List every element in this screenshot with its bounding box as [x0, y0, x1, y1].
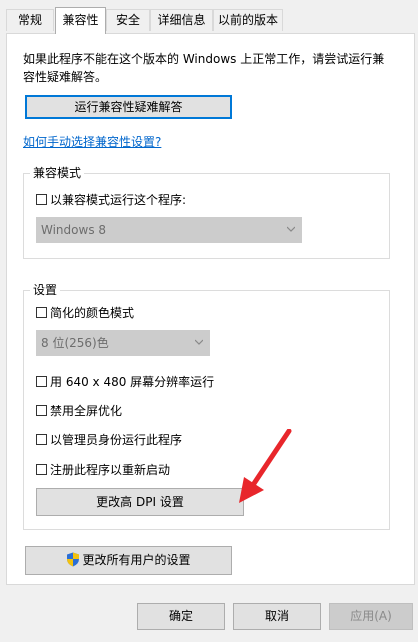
compatibility-panel: 如果此程序不能在这个版本的 Windows 上正常工作，请尝试运行兼 容性疑难解…: [6, 33, 415, 585]
disable-fullscreen-checkbox[interactable]: [36, 405, 47, 416]
compat-mode-group: 兼容模式 以兼容模式运行这个程序: Windows 8: [23, 166, 390, 259]
res-640-option[interactable]: 用 640 x 480 屏幕分辨率运行: [36, 373, 214, 390]
intro-line-1: 如果此程序不能在这个版本的 Windows 上正常工作，请尝试运行兼: [23, 52, 385, 66]
run-troubleshooter-button[interactable]: 运行兼容性疑难解答: [25, 95, 232, 119]
register-restart-label: 注册此程序以重新启动: [50, 463, 171, 477]
apply-button[interactable]: 应用(A): [329, 603, 413, 630]
tab-security[interactable]: 安全: [106, 9, 150, 31]
register-restart-checkbox[interactable]: [36, 464, 47, 475]
red-arrow-annotation: [239, 429, 292, 503]
ok-button[interactable]: 确定: [137, 603, 225, 630]
run-as-admin-option[interactable]: 以管理员身份运行此程序: [36, 431, 182, 448]
change-all-users-label: 更改所有用户的设置: [82, 553, 191, 567]
change-all-users-button[interactable]: 更改所有用户的设置: [25, 546, 232, 575]
reduced-color-label: 简化的颜色模式: [50, 306, 135, 320]
chevron-down-icon: [195, 339, 203, 345]
color-depth-select[interactable]: 8 位(256)色: [36, 330, 210, 356]
compat-mode-option[interactable]: 以兼容模式运行这个程序:: [36, 191, 186, 208]
change-high-dpi-button[interactable]: 更改高 DPI 设置: [36, 488, 244, 516]
disable-fullscreen-label: 禁用全屏优化: [50, 404, 123, 418]
color-depth-value: 8 位(256)色: [41, 336, 109, 350]
intro-text: 如果此程序不能在这个版本的 Windows 上正常工作，请尝试运行兼 容性疑难解…: [23, 50, 408, 86]
cancel-button[interactable]: 取消: [233, 603, 321, 630]
settings-title: 设置: [30, 283, 61, 297]
tab-details[interactable]: 详细信息: [150, 9, 213, 31]
compat-mode-label: 以兼容模式运行这个程序:: [50, 193, 187, 207]
intro-line-2: 容性疑难解答。: [23, 70, 108, 84]
tab-general[interactable]: 常规: [6, 9, 54, 31]
res-640-checkbox[interactable]: [36, 376, 47, 387]
register-restart-option[interactable]: 注册此程序以重新启动: [36, 461, 170, 478]
compat-mode-title: 兼容模式: [30, 166, 85, 180]
run-as-admin-label: 以管理员身份运行此程序: [50, 433, 183, 447]
compat-mode-checkbox[interactable]: [36, 194, 47, 205]
reduced-color-checkbox[interactable]: [36, 307, 47, 318]
res-640-label: 用 640 x 480 屏幕分辨率运行: [50, 375, 215, 389]
shield-icon: [67, 552, 80, 567]
os-version-select[interactable]: Windows 8: [36, 217, 302, 243]
settings-group: 设置 简化的颜色模式 8 位(256)色 用 640 x 480 屏幕分辨率运行…: [23, 283, 390, 530]
disable-fullscreen-option[interactable]: 禁用全屏优化: [36, 402, 122, 419]
os-version-value: Windows 8: [41, 223, 107, 237]
tab-previous-versions[interactable]: 以前的版本: [213, 9, 283, 31]
tab-compatibility[interactable]: 兼容性: [55, 7, 106, 34]
reduced-color-option[interactable]: 简化的颜色模式: [36, 304, 134, 321]
manual-settings-link[interactable]: 如何手动选择兼容性设置?: [23, 133, 161, 150]
chevron-down-icon: [287, 226, 295, 232]
run-as-admin-checkbox[interactable]: [36, 434, 47, 445]
